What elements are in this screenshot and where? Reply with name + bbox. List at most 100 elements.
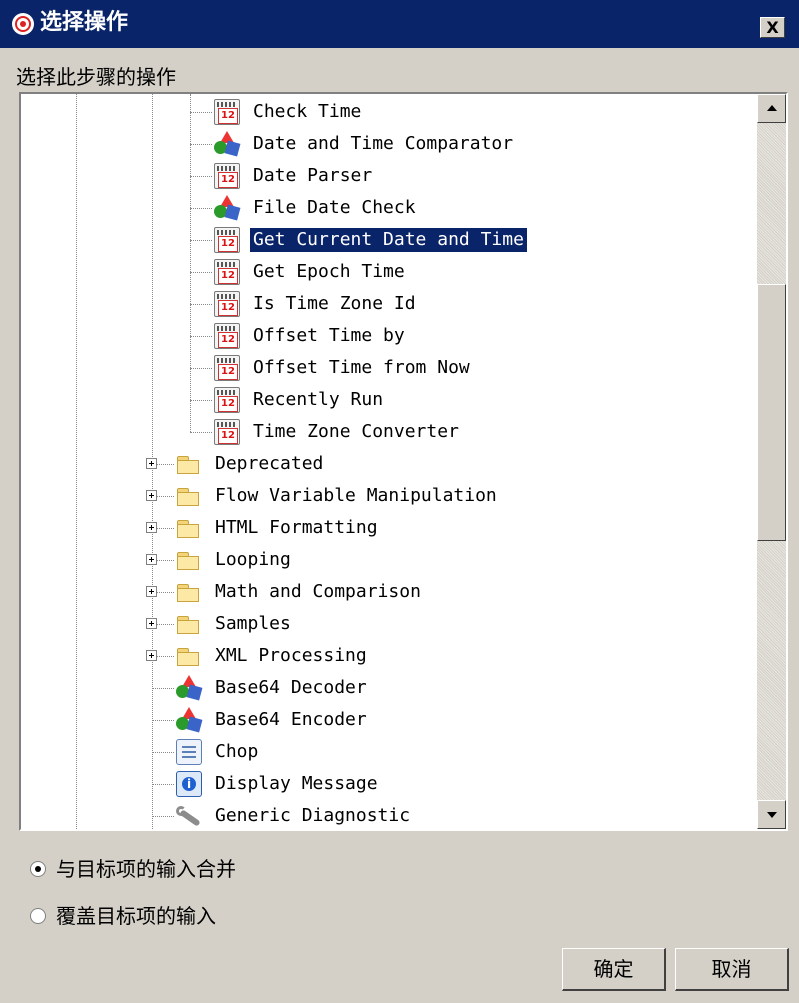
- calendar-icon: 12: [214, 99, 240, 125]
- tree-item[interactable]: 12 Recently Run: [21, 384, 757, 416]
- tree-item-label: Offset Time from Now: [253, 357, 470, 378]
- calendar-number: 12: [218, 396, 238, 412]
- tree-item[interactable]: HTML Formatting: [21, 512, 757, 544]
- tree-item-label: Get Current Date and Time: [250, 228, 527, 252]
- scroll-thumb[interactable]: [757, 284, 786, 541]
- tree-item[interactable]: 12 Get Epoch Time: [21, 256, 757, 288]
- tree-item-label: Recently Run: [253, 389, 384, 410]
- tree-item[interactable]: Looping: [21, 544, 757, 576]
- tree-connector-line: [190, 240, 212, 241]
- folder-icon: [176, 483, 202, 509]
- expand-plus-icon[interactable]: [146, 458, 157, 469]
- tree-item-label: Deprecated: [215, 453, 324, 474]
- expand-plus-icon[interactable]: [146, 650, 157, 661]
- instruction-label: 选择此步骤的操作: [16, 65, 176, 89]
- tree-connector-line: [190, 272, 212, 273]
- tree-item[interactable]: 12 Date Parser: [21, 160, 757, 192]
- tree-item[interactable]: 12 Offset Time from Now: [21, 352, 757, 384]
- expand-plus-icon[interactable]: [146, 618, 157, 629]
- scroll-down-button[interactable]: [757, 800, 786, 829]
- tree-item[interactable]: Deprecated: [21, 448, 757, 480]
- app-logo-icon: [12, 13, 34, 35]
- tree-item[interactable]: Math and Comparison: [21, 576, 757, 608]
- tree-connector-line: [190, 400, 212, 401]
- tree-item-label: Date Parser: [253, 165, 373, 186]
- shapes-icon: [176, 675, 203, 701]
- tree-item-label: Looping: [215, 549, 291, 570]
- tree-item[interactable]: Date and Time Comparator: [21, 128, 757, 160]
- info-icon: [176, 771, 202, 797]
- tree-item-label: Chop: [215, 741, 259, 762]
- tree-item[interactable]: 12 Offset Time by: [21, 320, 757, 352]
- expand-plus-icon[interactable]: [146, 522, 157, 533]
- wrench-icon: [176, 803, 202, 829]
- folder-icon: [176, 547, 202, 573]
- tree-item[interactable]: Flow Variable Manipulation: [21, 480, 757, 512]
- calendar-number: 12: [218, 172, 238, 188]
- tree-item-label: XML Processing: [215, 645, 367, 666]
- tree-item[interactable]: Base64 Decoder: [21, 672, 757, 704]
- tree-item[interactable]: File Date Check: [21, 192, 757, 224]
- tree-item-label: Get Epoch Time: [253, 261, 405, 282]
- calendar-icon: 12: [214, 419, 240, 445]
- tree-connector-line: [152, 752, 174, 753]
- tree-item-label: Date and Time Comparator: [253, 133, 514, 154]
- tree-item-label: Math and Comparison: [215, 581, 421, 602]
- tree-content: 12 Check Time Date and Time Comparator 12 Da…: [21, 94, 757, 829]
- tree-connector-line: [190, 144, 212, 145]
- tree-item-label: Base64 Decoder: [215, 677, 367, 698]
- tree-item-label: Display Message: [215, 773, 378, 794]
- calendar-icon: 12: [214, 355, 240, 381]
- calendar-number: 12: [218, 300, 238, 316]
- folder-icon: [176, 611, 202, 637]
- tree-item[interactable]: 12 Is Time Zone Id: [21, 288, 757, 320]
- tree-item[interactable]: Generic Diagnostic: [21, 800, 757, 829]
- tree-connector-line: [152, 720, 174, 721]
- document-icon: [176, 739, 202, 765]
- tree-item[interactable]: 12 Check Time: [21, 96, 757, 128]
- scroll-up-button[interactable]: [757, 94, 786, 123]
- tree-item[interactable]: 12 Get Current Date and Time: [21, 224, 757, 256]
- calendar-icon: 12: [214, 163, 240, 189]
- tree-item-label: Generic Diagnostic: [215, 805, 411, 826]
- title-bar: 选择操作 X: [0, 0, 799, 48]
- tree-item-label: Is Time Zone Id: [253, 293, 416, 314]
- ok-button[interactable]: 确定: [562, 948, 666, 991]
- tree-item-label: Check Time: [253, 101, 362, 122]
- tree-connector-line: [190, 432, 212, 433]
- tree-connector-line: [190, 336, 212, 337]
- expand-plus-icon[interactable]: [146, 586, 157, 597]
- shapes-icon: [214, 131, 241, 157]
- tree-connector-line: [190, 208, 212, 209]
- calendar-number: 12: [218, 332, 238, 348]
- tree-item-label: Flow Variable Manipulation: [215, 485, 497, 506]
- tree-item[interactable]: Samples: [21, 608, 757, 640]
- tree-item-label: Offset Time by: [253, 325, 405, 346]
- tree-connector-line: [152, 688, 174, 689]
- merge-radio[interactable]: [30, 861, 46, 877]
- expand-plus-icon[interactable]: [146, 554, 157, 565]
- tree-item[interactable]: Display Message: [21, 768, 757, 800]
- tree-item[interactable]: 12 Time Zone Converter: [21, 416, 757, 448]
- cancel-button[interactable]: 取消: [675, 948, 789, 991]
- expand-plus-icon[interactable]: [146, 490, 157, 501]
- shapes-icon: [176, 707, 203, 733]
- calendar-icon: 12: [214, 227, 240, 253]
- tree-connector-line: [190, 304, 212, 305]
- shape-sq: [186, 684, 203, 701]
- calendar-icon: 12: [214, 259, 240, 285]
- calendar-icon: 12: [214, 291, 240, 317]
- arrow-down-icon: [767, 812, 777, 818]
- close-button[interactable]: X: [760, 17, 785, 38]
- tree-connector-line: [152, 784, 174, 785]
- calendar-number: 12: [218, 268, 238, 284]
- shapes-icon: [214, 195, 241, 221]
- calendar-number: 12: [218, 108, 238, 124]
- overwrite-radio[interactable]: [30, 908, 46, 924]
- calendar-icon: 12: [214, 387, 240, 413]
- tree-item[interactable]: Chop: [21, 736, 757, 768]
- tree-item[interactable]: Base64 Encoder: [21, 704, 757, 736]
- vertical-scrollbar[interactable]: [757, 94, 786, 829]
- tree-item[interactable]: XML Processing: [21, 640, 757, 672]
- action-tree[interactable]: 12 Check Time Date and Time Comparator 12 Da…: [19, 92, 788, 831]
